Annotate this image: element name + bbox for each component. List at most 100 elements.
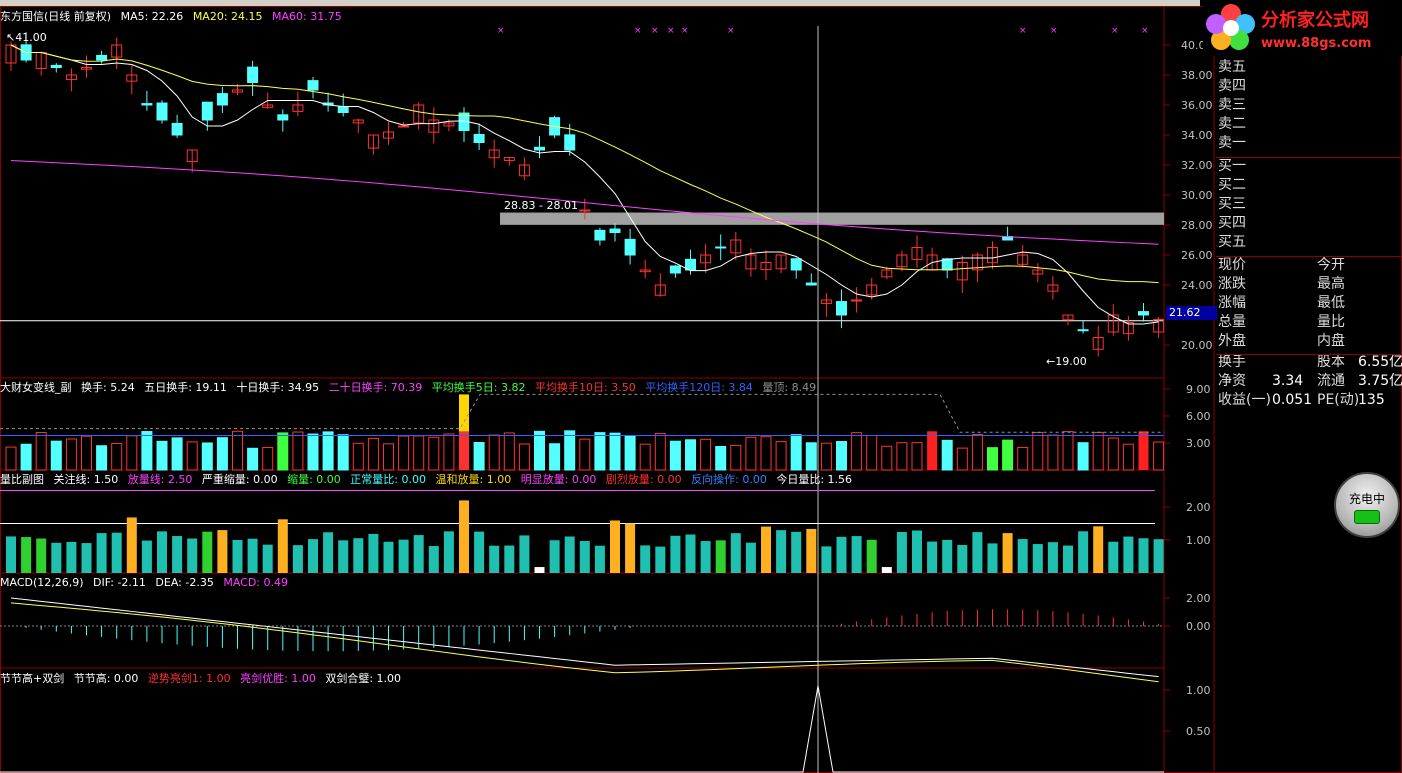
turnover-bar <box>126 435 138 471</box>
volratio-bar <box>610 520 620 573</box>
turnover-bar <box>760 436 772 471</box>
price-axis-label: 26.00 <box>1181 249 1213 262</box>
candle-body <box>201 101 213 121</box>
volratio-bar <box>806 528 817 573</box>
volratio-axis-label: 1.00 <box>1186 534 1211 547</box>
price-zone-label: 28.83 - 28.01 <box>504 199 578 212</box>
volratio-bar <box>594 545 605 573</box>
turnover-item: 平均换手10日: 3.50 <box>531 381 636 394</box>
volratio-item: 温和放量: 1.00 <box>432 473 512 486</box>
volratio-bar <box>685 534 696 573</box>
volratio-bar <box>1047 542 1058 573</box>
turnover-bar <box>5 446 17 471</box>
candle-body <box>216 93 228 106</box>
price-axis-label: 34.00 <box>1181 129 1213 142</box>
turnover-bar <box>1017 446 1029 471</box>
ask-level-label: 卖五 <box>1218 59 1246 75</box>
volratio-bar <box>579 540 590 573</box>
volratio-bar <box>232 540 243 573</box>
ma5-line <box>10 44 1159 325</box>
turnover-bar <box>428 436 440 471</box>
candle-body <box>337 106 349 114</box>
turnover-bar <box>1062 431 1074 471</box>
stat-label: 最高 <box>1317 276 1345 292</box>
volratio-bar <box>881 567 892 573</box>
turnover-bar <box>337 434 349 471</box>
candle-body <box>851 299 863 302</box>
price-axis-label: 38.00 <box>1181 69 1213 82</box>
logo-url[interactable]: www.88gs.com <box>1261 36 1371 51</box>
price-high-annotation: ↖41.00 <box>6 31 47 44</box>
volratio-bar <box>1032 544 1043 573</box>
signal-marker-icon: × <box>1050 26 1058 36</box>
volratio-bar <box>459 500 469 573</box>
turnover-bar <box>1107 437 1119 471</box>
site-logo: 分析家公式网 www.88gs.com <box>1203 0 1402 56</box>
volratio-bar <box>247 538 258 573</box>
volratio-item: 剧烈放量: 0.00 <box>602 473 682 486</box>
volratio-bar <box>1138 538 1149 573</box>
volratio-bar <box>398 539 409 573</box>
fund-value: 0.051 <box>1272 392 1313 408</box>
macd-indicator-name[interactable]: MACD(12,26,9) <box>0 576 84 589</box>
fund-label: 流通 <box>1317 373 1345 389</box>
charge-status-label: 充电中 <box>1348 492 1385 506</box>
volratio-bar <box>776 530 787 573</box>
turnover-bar <box>624 435 636 471</box>
ask-level-label: 卖三 <box>1218 97 1246 113</box>
candle-body <box>805 282 817 286</box>
volratio-bar <box>51 542 62 573</box>
turnover-bar <box>594 432 606 471</box>
volratio-bar <box>141 540 152 573</box>
volratio-item: 关注线: 1.50 <box>50 473 119 486</box>
sword-axis-label: 0.50 <box>1186 725 1211 738</box>
volratio-bar <box>1017 539 1028 573</box>
turnover-bar <box>111 442 123 471</box>
signal-marker-icon: × <box>651 26 659 36</box>
candle-body <box>609 228 621 233</box>
turnover-item: 平均换手120日: 3.84 <box>641 381 753 394</box>
volratio-bar <box>791 531 802 573</box>
volratio-bar <box>66 541 77 573</box>
sword-item: 双剑合璧: 1.00 <box>321 672 402 685</box>
sword-indicator-name[interactable]: 节节高+双剑 <box>0 672 64 685</box>
turnover-bar <box>685 439 696 471</box>
fund-value: 135 <box>1358 392 1385 408</box>
macd-dif-line <box>10 597 1159 678</box>
turnover-indicator-name[interactable]: 大财女变线_副 <box>0 381 72 394</box>
volratio-bar <box>1078 531 1089 573</box>
turnover-bar <box>277 432 289 471</box>
turnover-bar <box>156 440 168 471</box>
macd-axis-label: 0.00 <box>1186 620 1211 633</box>
price-low-annotation: ←19.00 <box>1046 355 1087 368</box>
volratio-bar <box>821 546 832 573</box>
volratio-bar <box>474 531 485 573</box>
candle-body <box>594 229 606 241</box>
volratio-bar <box>655 546 666 573</box>
turnover-bar <box>141 431 153 471</box>
volratio-bar <box>338 540 349 573</box>
volratio-bar <box>489 545 500 573</box>
turnover-bar <box>201 442 213 471</box>
turnover-bar <box>669 440 681 471</box>
volratio-bar <box>368 533 379 573</box>
volratio-bar <box>896 532 907 573</box>
volratio-bar <box>262 544 273 573</box>
volratio-bar <box>1108 541 1119 573</box>
turnover-item: 量顶: 8.49 <box>758 381 817 394</box>
volratio-bar <box>323 532 334 573</box>
candle-body <box>715 246 727 249</box>
volratio-indicator-name[interactable]: 量比副图 <box>0 473 44 486</box>
stock-name-label[interactable]: 东方国信(日线 前复权) <box>0 10 111 23</box>
signal-marker-icon: × <box>1141 26 1149 36</box>
signal-marker-icon: × <box>497 26 505 36</box>
volratio-bar <box>761 526 771 573</box>
charge-status-button[interactable]: 充电中 <box>1334 472 1400 538</box>
fund-value: 3.75亿 <box>1358 373 1402 389</box>
turnover-header: 大财女变线_副 换手: 5.24 五日换手: 19.11 十日换手: 34.95… <box>0 381 828 395</box>
turnover-bar <box>820 442 832 471</box>
candle-body <box>473 133 485 143</box>
volratio-bar <box>1123 536 1134 573</box>
candle-body <box>50 64 62 68</box>
stat-label: 现价 <box>1218 257 1246 273</box>
